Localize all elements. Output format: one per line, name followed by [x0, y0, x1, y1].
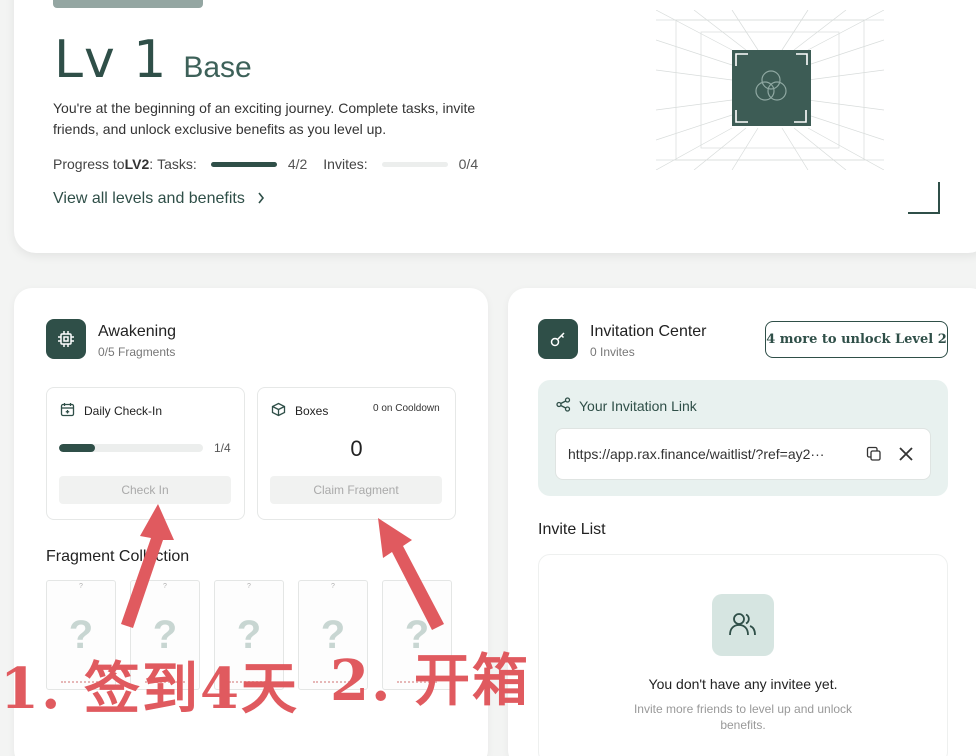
fragment-slot-top: ? [163, 583, 167, 590]
key-icon [538, 319, 578, 359]
check-in-button[interactable]: Check In [59, 476, 231, 504]
tasks-progress-bar [210, 161, 277, 167]
users-icon [712, 594, 774, 656]
fragment-collection-title: Fragment Collection [46, 548, 190, 565]
invitation-center-title: Invitation Center [590, 323, 707, 340]
annotation-step-2: 2. 开箱 [330, 648, 530, 714]
level-number: Lv 1 [54, 30, 168, 90]
invites-count: 0/4 [458, 156, 479, 172]
chip-icon [46, 319, 86, 359]
view-all-label: View all levels and benefits [53, 190, 245, 207]
invitation-link-label: Your Invitation Link [579, 398, 697, 414]
fragment-slot-top: ? [79, 583, 83, 590]
checkin-progress-fill [59, 444, 95, 452]
chevron-right-icon [257, 191, 265, 207]
level-tab-indicator [53, 0, 203, 8]
invitation-link-field[interactable]: https://app.rax.finance/waitlist/?ref=ay… [555, 428, 931, 480]
invitation-link-url[interactable]: https://app.rax.finance/waitlist/?ref=ay… [568, 446, 846, 462]
calendar-icon [60, 402, 75, 420]
boxes-count: 0 [350, 436, 363, 461]
empty-invitee-title: You don't have any invitee yet. [648, 676, 838, 692]
invitation-link-header: Your Invitation Link [556, 397, 697, 415]
boxes-header: Boxes [271, 402, 328, 420]
checkin-count: 1/4 [214, 441, 231, 455]
progress-target: LV2 [124, 156, 150, 172]
daily-checkin-header: Daily Check-In [60, 402, 162, 420]
level-name: Base [183, 51, 252, 84]
boxes-cooldown: 0 on Cooldown [373, 403, 440, 414]
boxes-title: Boxes [295, 404, 329, 418]
fragment-slot-top: ? [247, 583, 251, 590]
daily-checkin-title: Daily Check-In [84, 404, 163, 418]
level-description: You're at the beginning of an exciting j… [53, 100, 476, 137]
invite-list-title: Invite List [538, 521, 606, 538]
level-badge-illustration [655, 9, 885, 171]
box-icon [271, 402, 286, 420]
copy-icon[interactable] [866, 446, 882, 467]
annotation-step-1: 1. 签到4天 [0, 656, 299, 722]
level-title: Lv 1 Base [54, 30, 252, 90]
invites-label: Invites: [323, 156, 368, 172]
awakening-fragment-count: 0/5 Fragments [98, 345, 176, 359]
unlock-level-button[interactable]: 4 more to unlock Level 2 [765, 321, 948, 358]
fragment-slot-top: ? [331, 583, 335, 590]
view-all-levels-link[interactable]: View all levels and benefits [53, 190, 265, 208]
progress-prefix: Progress to [53, 156, 125, 172]
checkin-progress-bar [59, 444, 203, 452]
tasks-label: Tasks: [157, 156, 197, 172]
claim-fragment-button[interactable]: Claim Fragment [270, 476, 442, 504]
invite-count: 0 Invites [590, 345, 635, 359]
empty-invitee-subtitle: Invite more friends to level up and unlo… [633, 702, 853, 732]
fragment-slot-top: ? [415, 583, 419, 590]
x-share-icon[interactable] [898, 446, 914, 467]
share-icon [556, 397, 571, 415]
tasks-count: 4/2 [287, 156, 308, 172]
level-card-corner-decoration [908, 182, 940, 214]
invites-progress-bar [381, 161, 448, 167]
awakening-title: Awakening [98, 323, 176, 340]
level-progress-row: Progress to LV2: Tasks: 4/2 Invites: 0/4 [53, 156, 494, 172]
progress-suffix: : [149, 156, 154, 172]
tasks-progress-fill [210, 161, 277, 167]
